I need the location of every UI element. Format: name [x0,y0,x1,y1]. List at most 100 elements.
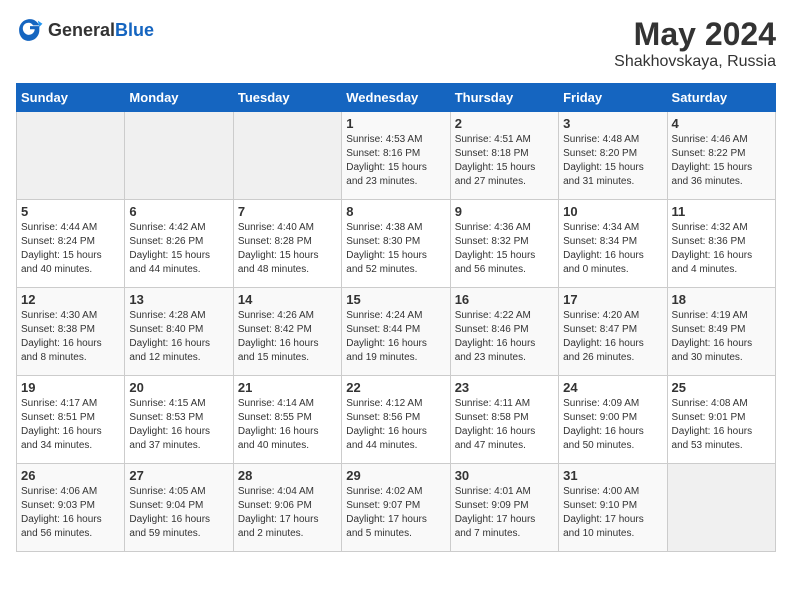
calendar-body: 1Sunrise: 4:53 AM Sunset: 8:16 PM Daylig… [17,112,776,552]
day-info: Sunrise: 4:19 AM Sunset: 8:49 PM Dayligh… [672,309,771,365]
day-number: 21 [238,380,337,395]
day-number: 19 [21,380,120,395]
header-day: Thursday [450,84,558,112]
header: GeneralBlue May 2024 Shakhovskaya, Russi… [16,16,776,71]
day-number: 4 [672,116,771,131]
day-info: Sunrise: 4:24 AM Sunset: 8:44 PM Dayligh… [346,309,445,365]
day-info: Sunrise: 4:34 AM Sunset: 8:34 PM Dayligh… [563,221,662,277]
calendar-cell: 12 Sunrise: 4:30 AM Sunset: 8:38 PM Dayli… [17,288,125,376]
calendar-cell [125,112,233,200]
day-number: 26 [21,468,120,483]
day-info: Sunrise: 4:51 AM Sunset: 8:18 PM Dayligh… [455,133,554,189]
calendar-cell [667,464,775,552]
calendar-cell: 10 Sunrise: 4:34 AM Sunset: 8:34 PM Dayli… [559,200,667,288]
day-number: 22 [346,380,445,395]
day-info: Sunrise: 4:02 AM Sunset: 9:07 PM Dayligh… [346,485,445,541]
calendar-cell: 25 Sunrise: 4:08 AM Sunset: 9:01 PM Dayli… [667,376,775,464]
day-info: Sunrise: 4:40 AM Sunset: 8:28 PM Dayligh… [238,221,337,277]
day-number: 25 [672,380,771,395]
day-info: Sunrise: 4:11 AM Sunset: 8:58 PM Dayligh… [455,397,554,453]
calendar-cell: 8Sunrise: 4:38 AM Sunset: 8:30 PM Daylig… [342,200,450,288]
day-number: 8 [346,204,445,219]
calendar-cell: 28 Sunrise: 4:04 AM Sunset: 9:06 PM Dayli… [233,464,341,552]
day-number: 18 [672,292,771,307]
day-info: Sunrise: 4:08 AM Sunset: 9:01 PM Dayligh… [672,397,771,453]
day-number: 31 [563,468,662,483]
day-number: 10 [563,204,662,219]
calendar-cell [17,112,125,200]
calendar-cell: 27 Sunrise: 4:05 AM Sunset: 9:04 PM Dayli… [125,464,233,552]
calendar-cell: 9 Sunrise: 4:36 AM Sunset: 8:32 PM Daylig… [450,200,558,288]
day-info: Sunrise: 4:42 AM Sunset: 8:26 PM Dayligh… [129,221,228,277]
day-info: Sunrise: 4:01 AM Sunset: 9:09 PM Dayligh… [455,485,554,541]
day-info: Sunrise: 4:09 AM Sunset: 9:00 PM Dayligh… [563,397,662,453]
header-day: Sunday [17,84,125,112]
calendar-cell: 20Sunrise: 4:15 AM Sunset: 8:53 PM Dayli… [125,376,233,464]
day-number: 30 [455,468,554,483]
logo-general: General [48,20,115,40]
day-number: 24 [563,380,662,395]
calendar-cell: 3Sunrise: 4:48 AM Sunset: 8:20 PM Daylig… [559,112,667,200]
day-number: 15 [346,292,445,307]
day-number: 6 [129,204,228,219]
day-number: 2 [455,116,554,131]
calendar-cell: 21 Sunrise: 4:14 AM Sunset: 8:55 PM Dayli… [233,376,341,464]
day-info: Sunrise: 4:30 AM Sunset: 8:38 PM Dayligh… [21,309,120,365]
calendar-week-row: 1Sunrise: 4:53 AM Sunset: 8:16 PM Daylig… [17,112,776,200]
day-info: Sunrise: 4:22 AM Sunset: 8:46 PM Dayligh… [455,309,554,365]
day-info: Sunrise: 4:44 AM Sunset: 8:24 PM Dayligh… [21,221,120,277]
calendar-week-row: 26 Sunrise: 4:06 AM Sunset: 9:03 PM Dayli… [17,464,776,552]
header-day: Tuesday [233,84,341,112]
day-info: Sunrise: 4:28 AM Sunset: 8:40 PM Dayligh… [129,309,228,365]
calendar-header: SundayMondayTuesdayWednesdayThursdayFrid… [17,84,776,112]
day-number: 12 [21,292,120,307]
day-number: 3 [563,116,662,131]
header-row: SundayMondayTuesdayWednesdayThursdayFrid… [17,84,776,112]
header-day: Monday [125,84,233,112]
calendar-cell [233,112,341,200]
calendar-cell: 5 Sunrise: 4:44 AM Sunset: 8:24 PM Daylig… [17,200,125,288]
day-number: 27 [129,468,228,483]
calendar-cell: 29 Sunrise: 4:02 AM Sunset: 9:07 PM Dayli… [342,464,450,552]
day-number: 14 [238,292,337,307]
day-info: Sunrise: 4:36 AM Sunset: 8:32 PM Dayligh… [455,221,554,277]
calendar-cell: 4 Sunrise: 4:46 AM Sunset: 8:22 PM Daylig… [667,112,775,200]
day-info: Sunrise: 4:12 AM Sunset: 8:56 PM Dayligh… [346,397,445,453]
day-number: 5 [21,204,120,219]
calendar-week-row: 5 Sunrise: 4:44 AM Sunset: 8:24 PM Daylig… [17,200,776,288]
day-info: Sunrise: 4:46 AM Sunset: 8:22 PM Dayligh… [672,133,771,189]
header-day: Saturday [667,84,775,112]
header-day: Friday [559,84,667,112]
day-number: 17 [563,292,662,307]
calendar-cell: 7Sunrise: 4:40 AM Sunset: 8:28 PM Daylig… [233,200,341,288]
day-number: 1 [346,116,445,131]
calendar-cell: 15 Sunrise: 4:24 AM Sunset: 8:44 PM Dayli… [342,288,450,376]
day-number: 28 [238,468,337,483]
day-number: 23 [455,380,554,395]
calendar-cell: 13Sunrise: 4:28 AM Sunset: 8:40 PM Dayli… [125,288,233,376]
day-number: 9 [455,204,554,219]
day-number: 20 [129,380,228,395]
calendar-cell: 17Sunrise: 4:20 AM Sunset: 8:47 PM Dayli… [559,288,667,376]
day-info: Sunrise: 4:06 AM Sunset: 9:03 PM Dayligh… [21,485,120,541]
day-number: 29 [346,468,445,483]
day-info: Sunrise: 4:32 AM Sunset: 8:36 PM Dayligh… [672,221,771,277]
calendar-cell: 11 Sunrise: 4:32 AM Sunset: 8:36 PM Dayli… [667,200,775,288]
calendar-cell: 18 Sunrise: 4:19 AM Sunset: 8:49 PM Dayli… [667,288,775,376]
day-info: Sunrise: 4:00 AM Sunset: 9:10 PM Dayligh… [563,485,662,541]
calendar-cell: 23 Sunrise: 4:11 AM Sunset: 8:58 PM Dayli… [450,376,558,464]
calendar-week-row: 12 Sunrise: 4:30 AM Sunset: 8:38 PM Dayli… [17,288,776,376]
logo-blue: Blue [115,20,154,40]
day-info: Sunrise: 4:05 AM Sunset: 9:04 PM Dayligh… [129,485,228,541]
calendar-cell: 2 Sunrise: 4:51 AM Sunset: 8:18 PM Daylig… [450,112,558,200]
logo-icon [16,16,44,44]
calendar-cell: 14Sunrise: 4:26 AM Sunset: 8:42 PM Dayli… [233,288,341,376]
day-info: Sunrise: 4:17 AM Sunset: 8:51 PM Dayligh… [21,397,120,453]
calendar-cell: 19 Sunrise: 4:17 AM Sunset: 8:51 PM Dayli… [17,376,125,464]
title-area: May 2024 Shakhovskaya, Russia [614,16,776,71]
day-info: Sunrise: 4:04 AM Sunset: 9:06 PM Dayligh… [238,485,337,541]
day-number: 11 [672,204,771,219]
calendar-subtitle: Shakhovskaya, Russia [614,53,776,71]
day-info: Sunrise: 4:14 AM Sunset: 8:55 PM Dayligh… [238,397,337,453]
calendar-cell: 22 Sunrise: 4:12 AM Sunset: 8:56 PM Dayli… [342,376,450,464]
